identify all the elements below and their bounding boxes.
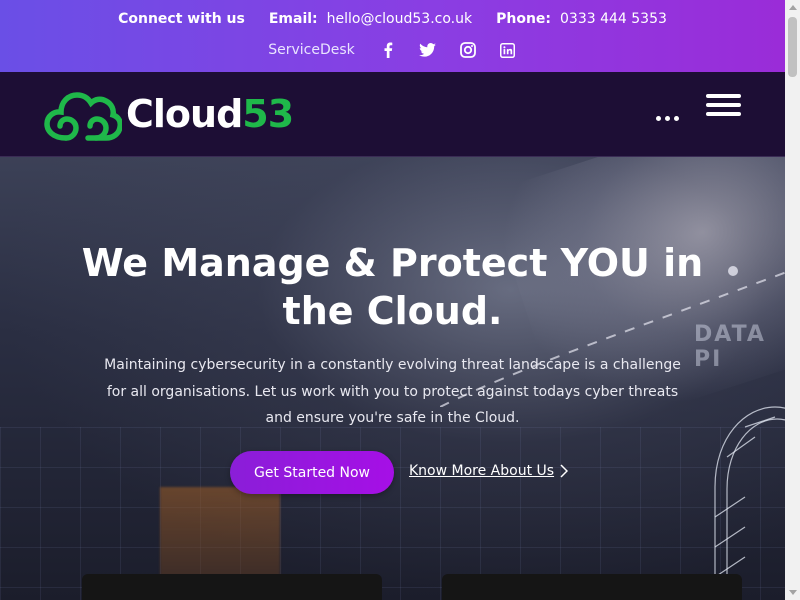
top-contact-bar: Connect with us Email: hello@cloud53.co.…	[0, 0, 785, 72]
twitter-icon[interactable]	[419, 41, 437, 59]
feature-card[interactable]	[442, 574, 742, 600]
site-header: Cloud53	[0, 72, 785, 157]
more-dots-icon[interactable]	[656, 116, 679, 121]
chevron-right-icon	[560, 464, 569, 478]
scroll-up-arrow-icon[interactable]	[785, 0, 800, 15]
logo-text-53: 53	[242, 92, 294, 136]
servicedesk-link[interactable]: ServiceDesk	[268, 42, 355, 58]
connect-label: Connect with us	[118, 11, 245, 27]
phone-contact[interactable]: Phone: 0333 444 5353	[496, 11, 667, 27]
cloud53-logo[interactable]: Cloud53	[44, 86, 294, 142]
vertical-scrollbar[interactable]	[785, 0, 800, 600]
email-value[interactable]: hello@cloud53.co.uk	[327, 11, 472, 27]
logo-wordmark: Cloud53	[126, 92, 294, 136]
hero-section: DATA PI We Manage & Protect YOU in the C…	[0, 157, 785, 600]
scrollbar-thumb[interactable]	[788, 17, 797, 77]
hero-subtitle: Maintaining cybersecurity in a constantl…	[104, 357, 681, 426]
facebook-icon[interactable]	[379, 41, 397, 59]
get-started-label: Get Started Now	[253, 464, 371, 481]
phone-value[interactable]: 0333 444 5353	[560, 11, 667, 27]
feature-card[interactable]	[82, 574, 382, 600]
email-label: Email:	[268, 11, 318, 27]
contact-row: Connect with us Email: hello@cloud53.co.…	[0, 11, 785, 27]
instagram-icon[interactable]	[459, 41, 477, 59]
servicedesk-row: ServiceDesk	[0, 41, 785, 59]
hamburger-menu-icon[interactable]	[706, 94, 741, 121]
linkedin-icon[interactable]	[499, 41, 517, 59]
scroll-down-arrow-icon[interactable]	[785, 585, 800, 600]
padlock-icon	[714, 406, 785, 600]
logo-text-cloud: Cloud	[126, 92, 243, 136]
email-contact[interactable]: Email: hello@cloud53.co.uk	[269, 11, 472, 27]
know-more-label: Know More About Us	[409, 463, 555, 479]
phone-label: Phone:	[496, 11, 552, 27]
hero-title: We Manage & Protect YOU in the Cloud.	[81, 241, 704, 333]
get-started-button[interactable]: Get Started Now	[230, 451, 394, 494]
cloud-logo-icon	[44, 92, 122, 141]
know-more-link[interactable]: Know More About Us	[409, 463, 569, 479]
social-links	[379, 41, 517, 59]
